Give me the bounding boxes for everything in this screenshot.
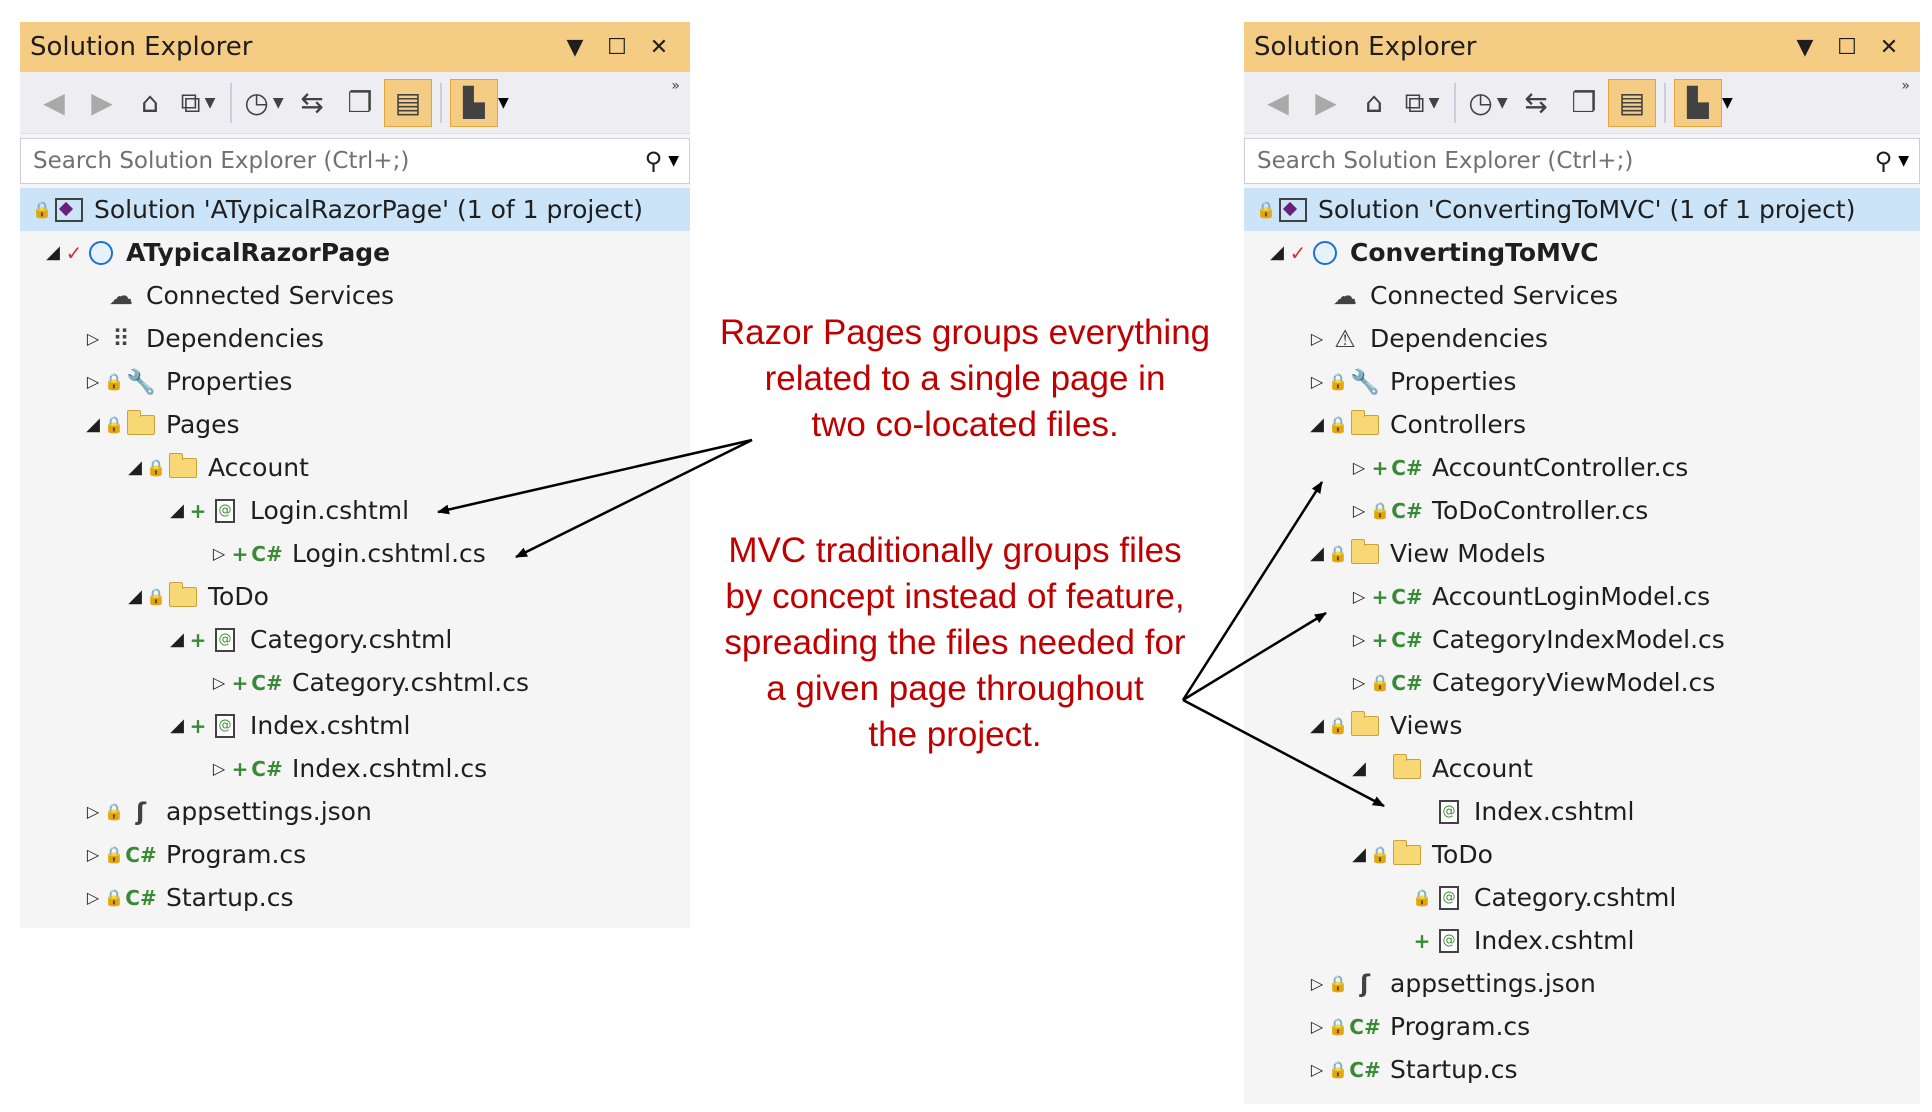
annotation-arrows [437, 438, 1385, 808]
arrow-to-view-models [1182, 611, 1327, 702]
arrow-to-login-cshtml [437, 438, 753, 515]
arrow-to-login-cshtml-cs [515, 438, 753, 559]
arrow-to-views [1182, 698, 1385, 808]
arrow-to-controllers [1181, 481, 1324, 701]
